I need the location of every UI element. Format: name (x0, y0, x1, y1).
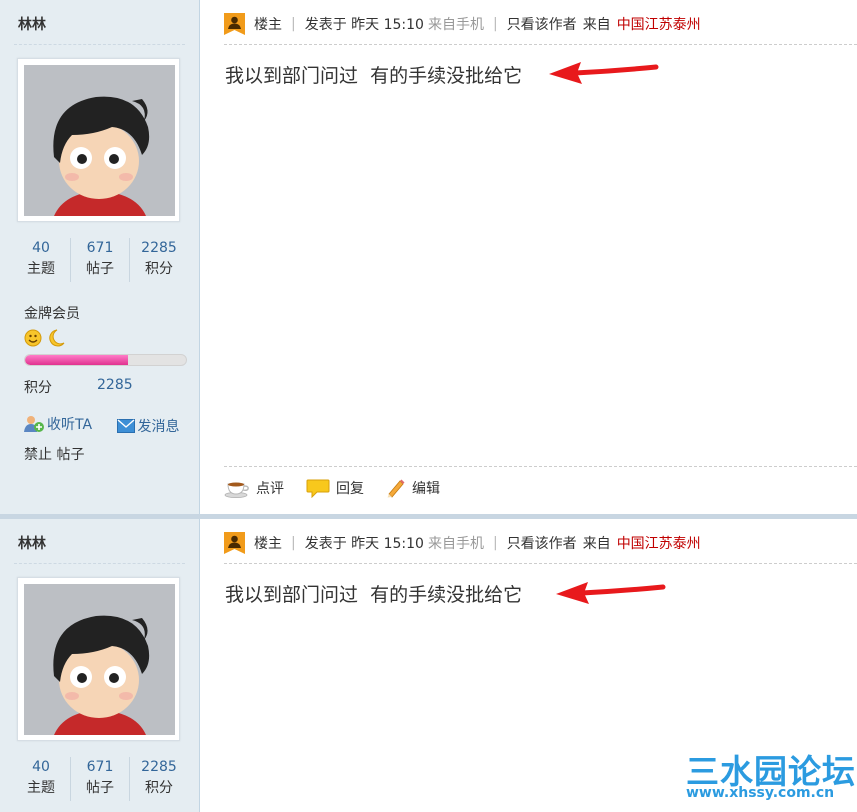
stat-credits[interactable]: 2285 积分 (129, 757, 188, 801)
edit-button[interactable]: 编辑 (386, 478, 440, 498)
author-name[interactable]: 林林 (18, 533, 46, 553)
red-arrow-annotation (549, 62, 659, 84)
stat-label: 主题 (27, 261, 55, 277)
coffee-icon (224, 482, 249, 498)
credit-value[interactable]: 2285 (97, 377, 133, 393)
post-main: 楼主 | 发表于 昨天 15:10 来自手机 | 只看该作者 来自 中国江苏泰州… (200, 0, 857, 514)
post-content: 我以到部门问过 有的手续没批给它 (225, 584, 523, 606)
credit-row: 积分 2285 (24, 377, 133, 397)
level-progress-fill (25, 355, 129, 365)
rank-icons (24, 328, 74, 348)
follow-label: 收听TA (47, 417, 93, 433)
post-time: 发表于 昨天 15:10 (304, 536, 424, 552)
divider (224, 44, 857, 45)
site-watermark: 三水园论坛 www.xhssy.com.cn (684, 745, 855, 805)
stat-label: 主题 (27, 780, 55, 796)
pencil-icon (387, 479, 405, 498)
post-footer: 点评 回复 编辑 (224, 478, 462, 498)
author-name[interactable]: 林林 (18, 14, 46, 34)
post-location: 中国江苏泰州 (616, 536, 701, 552)
stat-value[interactable]: 40 (12, 757, 70, 778)
author-stats: 40 主题 671 帖子 2285 积分 (12, 757, 188, 801)
post-time: 发表于 昨天 15:10 (304, 17, 424, 33)
stat-value[interactable]: 2285 (130, 238, 188, 259)
stat-posts[interactable]: 671 帖子 (70, 757, 129, 801)
mail-icon (116, 419, 135, 433)
comment-button[interactable]: 点评 (224, 478, 284, 498)
separator: | (492, 535, 498, 551)
post-1: 林林 40 主题 671 帖子 2285 积分 金牌会员 积分 2285 收听T… (0, 0, 857, 514)
stat-label: 帖子 (86, 261, 114, 277)
credit-label: 积分 (24, 380, 52, 396)
author-sidebar: 林林 40 主题 671 (0, 0, 200, 514)
stat-value[interactable]: 2285 (130, 757, 188, 778)
stat-posts[interactable]: 671 帖子 (70, 238, 129, 282)
author-sidebar: 林林 40 主题 671 (0, 519, 200, 812)
edit-label: 编辑 (412, 481, 440, 497)
stat-value[interactable]: 40 (12, 238, 70, 259)
reply-label: 回复 (336, 481, 364, 497)
reply-button[interactable]: 回复 (306, 478, 364, 498)
owner-label: 楼主 (254, 536, 282, 552)
stat-value[interactable]: 671 (71, 238, 129, 259)
from-label: 来自 (582, 536, 611, 552)
stat-topics[interactable]: 40 主题 (12, 757, 70, 801)
owner-label: 楼主 (254, 17, 282, 33)
divider (14, 44, 185, 45)
author-stats: 40 主题 671 帖子 2285 积分 (12, 238, 188, 282)
stat-credits[interactable]: 2285 积分 (129, 238, 188, 282)
separator: | (291, 16, 296, 32)
post-source[interactable]: 来自手机 (428, 533, 484, 553)
smiley-icon (24, 329, 42, 347)
owner-badge-icon (224, 13, 245, 35)
stat-topics[interactable]: 40 主题 (12, 238, 70, 282)
avatar[interactable] (17, 577, 180, 741)
follow-icon (24, 416, 44, 432)
message-button[interactable]: 发消息 (116, 416, 190, 436)
separator: | (492, 16, 498, 32)
member-rank[interactable]: 金牌会员 (24, 303, 80, 323)
author-actions: 收听TA 发消息 (24, 414, 200, 437)
stat-label: 积分 (145, 780, 173, 796)
stat-label: 帖子 (86, 780, 114, 796)
stat-value[interactable]: 671 (71, 757, 129, 778)
post-content: 我以到部门问过 有的手续没批给它 (225, 65, 523, 87)
message-label: 发消息 (137, 419, 180, 435)
level-progress-bar (24, 354, 187, 366)
owner-badge-icon (224, 532, 245, 554)
watermark-url: www.xhssy.com.cn (686, 785, 835, 801)
avatar-cartoon-boy-icon (24, 65, 175, 216)
stat-label: 积分 (145, 261, 173, 277)
avatar[interactable] (17, 58, 180, 222)
from-label: 来自 (582, 17, 611, 33)
comment-label: 点评 (256, 481, 284, 497)
moon-icon (49, 329, 65, 347)
only-author-link[interactable]: 只看该作者 (507, 14, 577, 34)
post-location: 中国江苏泰州 (616, 17, 701, 33)
divider (14, 563, 185, 564)
divider (224, 466, 857, 467)
only-author-link[interactable]: 只看该作者 (507, 533, 577, 553)
post-meta: 楼主 | 发表于 昨天 15:10 来自手机 | 只看该作者 来自 中国江苏泰州 (224, 12, 701, 36)
speech-bubble-icon (306, 479, 330, 498)
post-meta: 楼主 | 发表于 昨天 15:10 来自手机 | 只看该作者 来自 中国江苏泰州 (224, 531, 701, 555)
separator: | (291, 535, 296, 551)
follow-button[interactable]: 收听TA (24, 414, 102, 434)
red-arrow-annotation (556, 582, 666, 604)
ban-posts-link[interactable]: 禁止 帖子 (24, 444, 84, 464)
divider (224, 563, 857, 564)
avatar-cartoon-boy-icon (24, 584, 175, 735)
post-source[interactable]: 来自手机 (428, 14, 484, 34)
